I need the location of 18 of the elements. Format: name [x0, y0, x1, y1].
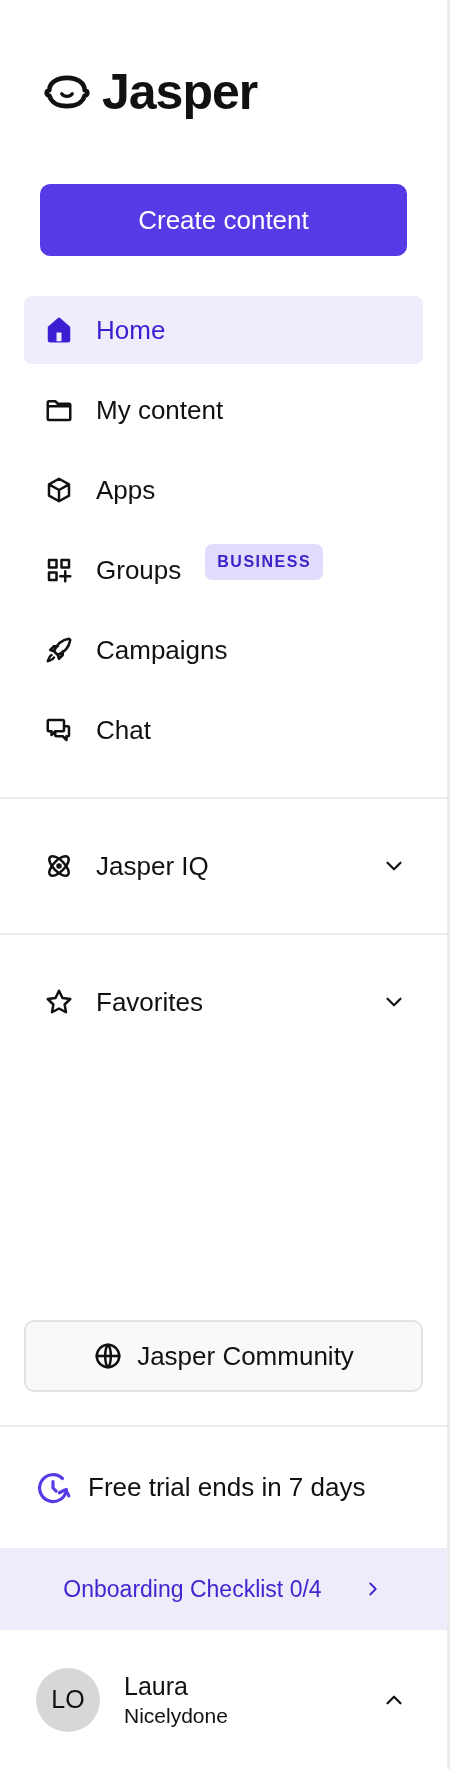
trial-text: Free trial ends in 7 days	[88, 1471, 366, 1504]
user-name: Laura	[124, 1670, 189, 1702]
section-header[interactable]: Favorites	[0, 935, 447, 1069]
plan-tag: BUSINESS	[205, 544, 324, 580]
nav-item[interactable]: Groups BUSINESS	[24, 536, 423, 604]
logo-text: Jasper	[102, 67, 258, 117]
nav-item[interactable]: Chat	[24, 696, 423, 764]
nav-item[interactable]: Campaigns	[24, 616, 423, 684]
nav-item[interactable]: My content	[24, 376, 423, 444]
rocket-icon	[44, 635, 74, 665]
create-content-button[interactable]: Create content	[40, 184, 407, 256]
nav-item[interactable]: Apps	[24, 456, 423, 524]
user-last-name: Nicelydone	[124, 1703, 229, 1730]
section-header[interactable]: Jasper IQ	[0, 799, 447, 933]
user-avatar[interactable]: LO	[36, 1667, 100, 1732]
nav-item[interactable]: Home	[24, 296, 423, 364]
onboarding-checklist-button[interactable]: Onboarding Checklist 0/4	[0, 1548, 447, 1630]
community-button[interactable]: Jasper Community	[24, 1320, 423, 1392]
